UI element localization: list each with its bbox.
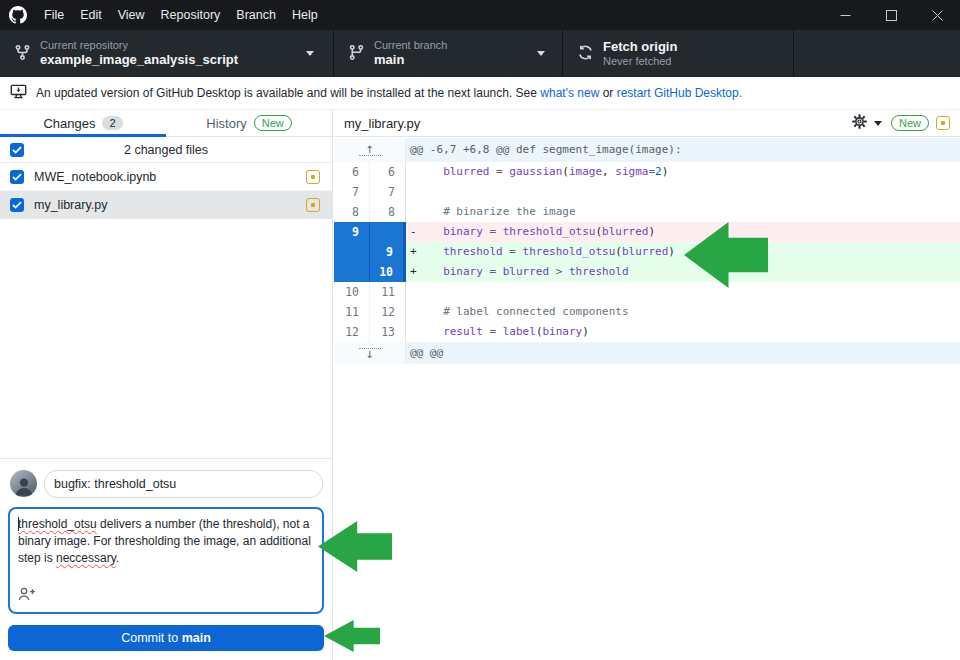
commit-form: bugfix: threshold_otsu threshold_otsu de… (0, 458, 332, 660)
diff-rows: 66 blurred = gaussian(image, sigma=2)77 … (334, 162, 960, 342)
diff-line-add[interactable]: 9+ threshold = threshold_otsu(blurred) (334, 242, 960, 262)
diff-line-ctx[interactable]: 88 # binarize the image (334, 202, 960, 222)
fetch-origin-status: Never fetched (603, 55, 677, 68)
commit-button[interactable]: Commit to main (8, 625, 324, 651)
expand-up-icon: ↑ (365, 145, 373, 154)
hunk-header-text: @@ -6,7 +6,8 @@ def segment_image(image)… (406, 138, 960, 162)
diff-line-ctx[interactable]: 1011 (334, 282, 960, 302)
file-checkbox[interactable] (10, 170, 24, 184)
current-branch-value: main (374, 52, 447, 68)
tab-history[interactable]: History New (166, 110, 332, 136)
modified-status-icon (306, 198, 320, 212)
file-row[interactable]: MWE_notebook.ipynb (0, 163, 332, 191)
title-bar: FileEditViewRepositoryBranchHelp (0, 0, 960, 30)
current-repository-label: Current repository (40, 39, 238, 52)
diff-line-add[interactable]: 10+ binary = blurred > threshold (334, 262, 960, 282)
expand-down-button[interactable]: ↓ (334, 342, 406, 364)
hunk-header-row: ↑ @@ -6,7 +6,8 @@ def segment_image(imag… (334, 138, 960, 162)
expand-up-button[interactable]: ↑ (334, 138, 406, 162)
sidebar-tabs: Changes 2 History New (0, 110, 332, 137)
diff-body: ↑ @@ -6,7 +6,8 @@ def segment_image(imag… (334, 138, 960, 364)
file-modified-icon (936, 116, 950, 130)
description-text: threshold_otsu delivers a number (the th… (18, 516, 314, 567)
current-repository-button[interactable]: Current repository example_image_analysi… (0, 30, 333, 77)
commit-summary-input[interactable]: bugfix: threshold_otsu (44, 470, 323, 498)
git-branch-icon (348, 44, 365, 64)
file-list: MWE_notebook.ipynb my_library.py (0, 163, 332, 219)
file-checkbox[interactable] (10, 198, 24, 212)
diff-panel: my_library.py (334, 110, 960, 660)
file-row[interactable]: my_library.py (0, 191, 332, 219)
menu-view[interactable]: View (110, 0, 153, 30)
menu-file[interactable]: File (36, 0, 72, 30)
menu-edit[interactable]: Edit (72, 0, 110, 30)
whats-new-link[interactable]: what's new (540, 86, 599, 100)
gear-icon[interactable] (852, 114, 867, 132)
file-name: MWE_notebook.ipynb (34, 170, 156, 184)
github-logo-icon (9, 6, 27, 24)
menu-repository[interactable]: Repository (153, 0, 229, 30)
commit-description-textarea[interactable]: threshold_otsu delivers a number (the th… (8, 507, 324, 614)
avatar (10, 470, 37, 497)
diff-line-ctx[interactable]: 1112 # label connected components (334, 302, 960, 322)
changes-sidebar: Changes 2 History New 2 changed files MW… (0, 110, 333, 660)
modified-status-icon (306, 170, 320, 184)
banner-text: An updated version of GitHub Desktop is … (36, 86, 742, 100)
current-repository-value: example_image_analysis_script (40, 52, 238, 68)
update-banner: An updated version of GitHub Desktop is … (0, 77, 960, 110)
hunk-footer-text: @@ @@ (406, 342, 960, 364)
menu-bar: FileEditViewRepositoryBranchHelp (36, 0, 326, 30)
diff-line-ctx[interactable]: 66 blurred = gaussian(image, sigma=2) (334, 162, 960, 182)
gear-dropdown-caret[interactable] (874, 121, 882, 126)
fetch-origin-button[interactable]: Fetch origin Never fetched (563, 30, 793, 77)
close-button[interactable] (914, 0, 960, 30)
history-new-badge: New (254, 115, 292, 131)
tab-changes[interactable]: Changes 2 (0, 110, 166, 136)
menu-help[interactable]: Help (284, 0, 326, 30)
branch-dropdown-caret (537, 51, 545, 56)
maximize-button[interactable] (868, 0, 914, 30)
expand-down-icon: ↓ (365, 350, 373, 359)
sync-icon (577, 44, 594, 64)
changes-count-badge: 2 (102, 116, 122, 130)
files-header-row[interactable]: 2 changed files (0, 137, 332, 163)
restart-link[interactable]: restart GitHub Desktop. (617, 86, 742, 100)
window-controls (822, 0, 960, 30)
file-name: my_library.py (34, 198, 107, 212)
diff-filename: my_library.py (344, 116, 420, 131)
text-cursor (18, 517, 19, 531)
add-coauthor-icon[interactable] (18, 586, 36, 605)
diff-new-badge: New (891, 115, 929, 131)
menu-branch[interactable]: Branch (228, 0, 284, 30)
toolbar: Current repository example_image_analysi… (0, 30, 960, 77)
diff-line-del[interactable]: 9- binary = threshold_otsu(blurred) (334, 222, 960, 242)
diff-line-ctx[interactable]: 1213 result = label(binary) (334, 322, 960, 342)
diff-line-ctx[interactable]: 77 (334, 182, 960, 202)
fetch-origin-label: Fetch origin (603, 39, 677, 55)
diff-header: my_library.py (334, 110, 960, 137)
repo-fork-icon (14, 44, 31, 64)
current-branch-button[interactable]: Current branch main (334, 30, 562, 77)
current-branch-label: Current branch (374, 39, 447, 52)
desktop-download-icon (10, 83, 27, 103)
changed-files-count: 2 changed files (0, 143, 332, 157)
repository-dropdown-caret (306, 51, 314, 56)
hunk-footer-row: ↓ @@ @@ (334, 342, 960, 364)
minimize-button[interactable] (822, 0, 868, 30)
